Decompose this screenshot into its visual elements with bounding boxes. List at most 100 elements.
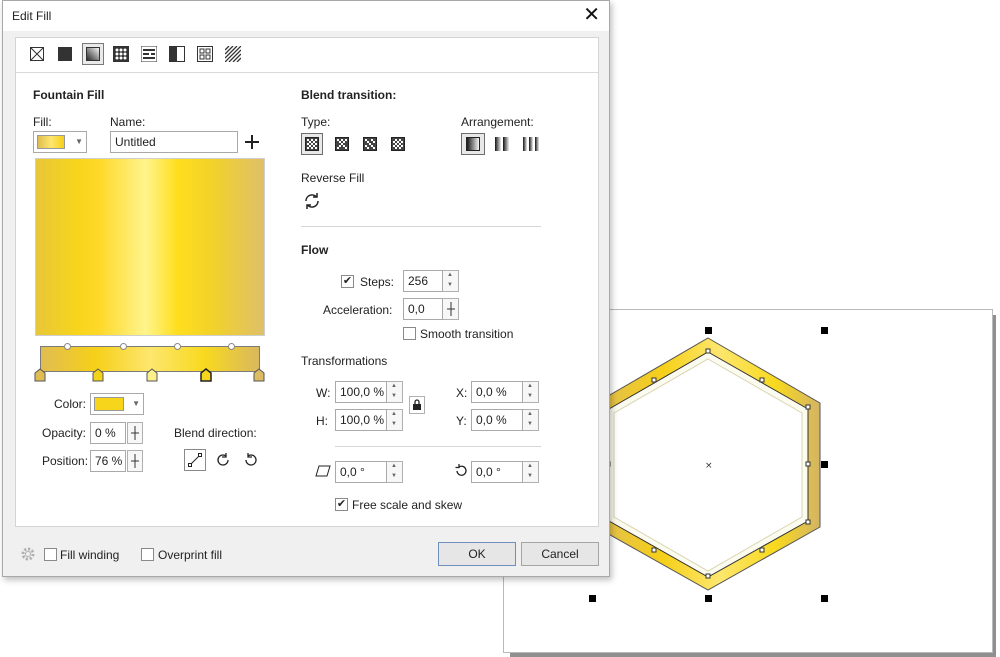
counterclockwise-blend-button[interactable] <box>240 449 262 471</box>
bitmap-pattern-icon[interactable] <box>138 43 160 65</box>
free-scale-label: Free scale and skew <box>352 498 463 512</box>
diagonal-line-icon <box>188 453 202 467</box>
steps-label: Steps: <box>360 275 395 289</box>
fill-winding-label: Fill winding <box>60 548 120 562</box>
color-stop[interactable] <box>146 368 158 382</box>
height-input[interactable]: 100,0 % <box>335 409 387 431</box>
position-label: Position: <box>42 454 89 468</box>
elliptical-type-button[interactable] <box>331 133 353 155</box>
y-input[interactable]: 0,0 % <box>471 409 523 431</box>
steps-checkbox[interactable]: ✔ <box>341 275 354 288</box>
mirror-arrangement-button[interactable] <box>519 133 543 155</box>
linear-gradient-icon <box>305 137 319 151</box>
free-scale-checkbox[interactable]: ✔ <box>335 498 348 511</box>
fill-panel: Fountain Fill Fill: Name: ▼ Untitled Col… <box>15 37 599 527</box>
opacity-input[interactable]: 0 % <box>90 422 126 444</box>
midpoint-handle[interactable] <box>174 343 181 350</box>
color-stop[interactable] <box>34 368 46 382</box>
gear-icon[interactable] <box>19 545 37 563</box>
color-label: Color: <box>54 397 87 411</box>
chevron-down-icon: ▼ <box>75 137 83 146</box>
acceleration-slider-button[interactable] <box>443 298 459 320</box>
steps-spinner[interactable] <box>443 270 459 292</box>
cancel-button[interactable]: Cancel <box>521 542 599 566</box>
transformations-heading: Transformations <box>301 354 388 368</box>
name-label: Name: <box>110 115 146 129</box>
rectangular-type-button[interactable] <box>387 133 409 155</box>
two-color-pattern-icon[interactable] <box>166 43 188 65</box>
fountain-fill-icon[interactable] <box>82 43 104 65</box>
acceleration-label: Acceleration: <box>323 303 393 317</box>
title-bar: Edit Fill ✕ <box>3 1 609 31</box>
rotate-spinner[interactable] <box>523 461 539 483</box>
conical-type-button[interactable] <box>359 133 381 155</box>
lock-icon <box>413 399 421 410</box>
conical-gradient-icon <box>363 137 377 151</box>
repeat-arrangement-button[interactable] <box>491 133 513 155</box>
mirror-bars-icon <box>523 137 539 151</box>
default-arrangement-button[interactable] <box>461 133 485 155</box>
fill-winding-checkbox[interactable] <box>44 548 57 561</box>
vector-pattern-icon[interactable] <box>110 43 132 65</box>
fill-picker[interactable]: ▼ <box>33 131 87 153</box>
rotate-icon <box>452 462 470 480</box>
blend-transition-heading: Blend transition: <box>301 88 397 102</box>
close-icon[interactable]: ✕ <box>583 3 600 27</box>
divider <box>301 226 541 227</box>
steps-input[interactable]: 256 <box>403 270 443 292</box>
skew-input[interactable]: 0,0 ° <box>335 461 387 483</box>
color-picker[interactable]: ▼ <box>90 393 144 415</box>
lock-ratio-button[interactable] <box>409 396 425 414</box>
name-input[interactable]: Untitled <box>110 131 238 153</box>
acceleration-input[interactable]: 0,0 <box>403 298 443 320</box>
slider-icon <box>446 302 455 316</box>
texture-fill-icon[interactable] <box>194 43 216 65</box>
add-preset-button[interactable] <box>242 132 262 152</box>
color-stop[interactable] <box>92 368 104 382</box>
y-spinner[interactable] <box>523 409 539 431</box>
position-input[interactable]: 76 % <box>90 450 126 472</box>
clockwise-blend-button[interactable] <box>212 449 234 471</box>
toolbar-divider <box>16 72 598 73</box>
color-stop-selected[interactable] <box>200 368 212 382</box>
midpoint-handle[interactable] <box>120 343 127 350</box>
ok-button[interactable]: OK <box>438 542 516 566</box>
flow-heading: Flow <box>301 243 329 257</box>
reverse-fill-button[interactable] <box>301 190 323 212</box>
x-spinner[interactable] <box>523 381 539 403</box>
linear-blend-button[interactable] <box>184 449 206 471</box>
skew-spinner[interactable] <box>387 461 403 483</box>
width-input[interactable]: 100,0 % <box>335 381 387 403</box>
color-stop[interactable] <box>253 368 265 382</box>
postscript-fill-icon[interactable] <box>222 43 244 65</box>
overprint-fill-checkbox[interactable] <box>141 548 154 561</box>
height-spinner[interactable] <box>387 409 403 431</box>
width-spinner[interactable] <box>387 381 403 403</box>
repeat-bars-icon <box>495 137 509 151</box>
rotate-clockwise-icon <box>217 453 229 466</box>
slider-icon <box>131 454 139 468</box>
arrangement-label: Arrangement: <box>461 115 534 129</box>
overprint-fill-label: Overprint fill <box>158 548 223 562</box>
color-swatch <box>94 397 124 411</box>
slider-icon <box>131 426 139 440</box>
y-label: Y: <box>456 414 467 428</box>
uniform-fill-icon[interactable] <box>54 43 76 65</box>
no-fill-icon[interactable] <box>26 43 48 65</box>
opacity-slider-button[interactable] <box>127 422 143 444</box>
rotate-input[interactable]: 0,0 ° <box>471 461 523 483</box>
fill-label: Fill: <box>33 115 52 129</box>
position-slider-button[interactable] <box>127 450 143 472</box>
type-label: Type: <box>301 115 331 129</box>
opacity-label: Opacity: <box>42 426 87 440</box>
fountain-fill-heading: Fountain Fill <box>33 88 105 102</box>
x-input[interactable]: 0,0 % <box>471 381 523 403</box>
reverse-fill-label: Reverse Fill <box>301 171 365 185</box>
x-label: X: <box>456 386 468 400</box>
midpoint-handle[interactable] <box>64 343 71 350</box>
chevron-down-icon: ▼ <box>132 399 140 408</box>
smooth-transition-checkbox[interactable] <box>403 327 416 340</box>
fill-type-toolbar <box>26 43 244 69</box>
midpoint-handle[interactable] <box>228 343 235 350</box>
linear-type-button[interactable] <box>301 133 323 155</box>
